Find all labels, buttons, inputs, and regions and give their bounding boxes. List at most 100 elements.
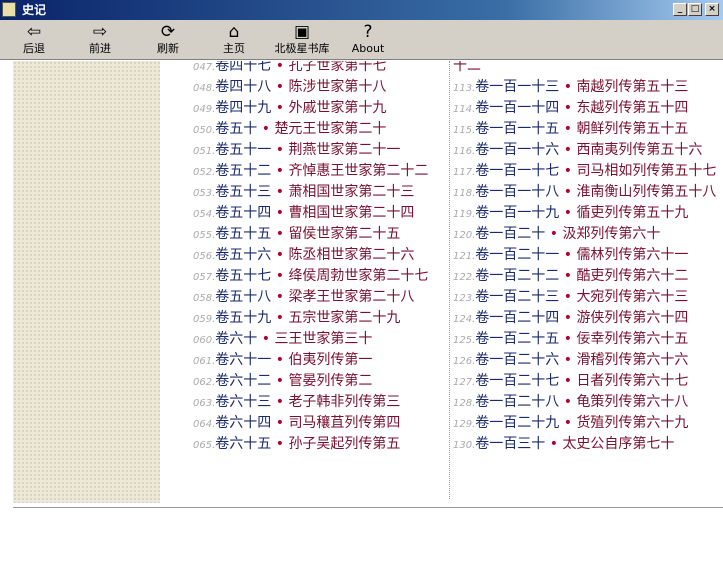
volume-link[interactable]: 卷五十	[215, 121, 257, 137]
chapter-title-link[interactable]: 留侯世家第二十五	[288, 226, 400, 242]
volume-link[interactable]: 卷一百一十九	[475, 205, 559, 221]
toc-entry[interactable]: 055.卷五十五 • 留侯世家第二十五	[193, 224, 446, 245]
volume-link[interactable]: 卷五十五	[215, 226, 271, 242]
chapter-title-link[interactable]: 酷吏列传第六十二	[576, 268, 688, 284]
volume-link[interactable]: 卷六十一	[215, 352, 271, 368]
volume-link[interactable]: 卷一百一十三	[475, 79, 559, 95]
volume-link[interactable]: 卷一百二十三	[475, 289, 559, 305]
chapter-title-link[interactable]: 萧相国世家第二十三	[288, 184, 414, 200]
about-button[interactable]: ? About	[348, 22, 388, 58]
toc-entry[interactable]: 120.卷一百二十 • 汲郑列传第六十	[453, 224, 723, 245]
volume-link[interactable]: 卷一百二十八	[475, 394, 559, 410]
volume-link[interactable]: 卷五十八	[215, 289, 271, 305]
volume-link[interactable]: 卷一百一十五	[475, 121, 559, 137]
maximize-button[interactable]: □	[688, 3, 702, 16]
chapter-title-link[interactable]: 梁孝王世家第二十八	[288, 289, 414, 305]
toc-entry[interactable]: 061.卷六十一 • 伯夷列传第一	[193, 350, 446, 371]
toc-entry[interactable]: 064.卷六十四 • 司马穰苴列传第四	[193, 413, 446, 434]
volume-link[interactable]: 卷五十一	[215, 142, 271, 158]
volume-link[interactable]: 卷四十七	[215, 61, 271, 74]
toc-entry[interactable]: 047.卷四十七 • 孔子世家第十七	[193, 61, 446, 77]
toc-entry[interactable]: 117.卷一百一十七 • 司马相如列传第五十七	[453, 161, 723, 182]
toc-entry[interactable]: 057.卷五十七 • 绛侯周勃世家第二十七	[193, 266, 446, 287]
volume-link[interactable]: 卷六十四	[215, 415, 271, 431]
toc-entry[interactable]: 056.卷五十六 • 陈丞相世家第二十六	[193, 245, 446, 266]
toc-entry[interactable]: 053.卷五十三 • 萧相国世家第二十三	[193, 182, 446, 203]
toc-entry[interactable]: 118.卷一百一十八 • 淮南衡山列传第五十八	[453, 182, 723, 203]
volume-link[interactable]: 卷六十	[215, 331, 257, 347]
toc-entry[interactable]: 123.卷一百二十三 • 大宛列传第六十三	[453, 287, 723, 308]
toc-entry[interactable]: 119.卷一百一十九 • 循吏列传第五十九	[453, 203, 723, 224]
chapter-title-link[interactable]: 齐悼惠王世家第二十二	[288, 163, 428, 179]
chapter-title-link[interactable]: 外戚世家第十九	[288, 100, 386, 116]
toc-entry[interactable]: 121.卷一百二十一 • 儒林列传第六十一	[453, 245, 723, 266]
chapter-title-link[interactable]: 佞幸列传第六十五	[576, 331, 688, 347]
close-button[interactable]: ×	[705, 3, 719, 16]
toc-entry[interactable]: 128.卷一百二十八 • 龟策列传第六十八	[453, 392, 723, 413]
volume-link[interactable]: 卷一百一十四	[475, 100, 559, 116]
refresh-button[interactable]: ⟳ 刷新	[148, 22, 188, 58]
toc-entry[interactable]: 059.卷五十九 • 五宗世家第二十九	[193, 308, 446, 329]
volume-link[interactable]: 卷一百一十八	[475, 184, 559, 200]
toc-entry[interactable]: 065.卷六十五 • 孙子吴起列传第五	[193, 434, 446, 455]
chapter-title-link[interactable]: 游侠列传第六十四	[576, 310, 688, 326]
chapter-title-link[interactable]: 汲郑列传第六十	[562, 226, 660, 242]
chapter-title-link[interactable]: 龟策列传第六十八	[576, 394, 688, 410]
forward-button[interactable]: ⇨ 前进	[80, 22, 120, 58]
toc-entry[interactable]: 113.卷一百一十三 • 南越列传第五十三	[453, 77, 723, 98]
toc-entry[interactable]: 114.卷一百一十四 • 东越列传第五十四	[453, 98, 723, 119]
chapter-title-link[interactable]: 楚元王世家第二十	[274, 121, 386, 137]
chapter-title-link[interactable]: 大宛列传第六十三	[576, 289, 688, 305]
toc-entry[interactable]: 054.卷五十四 • 曹相国世家第二十四	[193, 203, 446, 224]
volume-link[interactable]: 卷五十六	[215, 247, 271, 263]
chapter-title-link[interactable]: 淮南衡山列传第五十八	[576, 184, 716, 200]
chapter-title-link[interactable]: 三王世家第三十	[274, 331, 372, 347]
toc-entry[interactable]: 116.卷一百一十六 • 西南夷列传第五十六	[453, 140, 723, 161]
chapter-title-link[interactable]: 陈涉世家第十八	[288, 79, 386, 95]
toc-entry[interactable]: 050.卷五十 • 楚元王世家第二十	[193, 119, 446, 140]
volume-link[interactable]: 卷一百一十六	[475, 142, 559, 158]
chapter-title-link[interactable]: 孙子吴起列传第五	[288, 436, 400, 452]
volume-link[interactable]: 卷一百二十五	[475, 331, 559, 347]
chapter-title-link[interactable]: 南越列传第五十三	[576, 79, 688, 95]
volume-link[interactable]: 卷一百一十七	[475, 163, 559, 179]
volume-link[interactable]: 卷六十五	[215, 436, 271, 452]
volume-link[interactable]: 卷一百二十一	[475, 247, 559, 263]
toc-entry[interactable]: 129.卷一百二十九 • 货殖列传第六十九	[453, 413, 723, 434]
chapter-title-link[interactable]: 滑稽列传第六十六	[576, 352, 688, 368]
volume-link[interactable]: 卷一百二十二	[475, 268, 559, 284]
chapter-title-link[interactable]: 司马相如列传第五十七	[576, 163, 716, 179]
toc-entry[interactable]: 125.卷一百二十五 • 佞幸列传第六十五	[453, 329, 723, 350]
toc-entry[interactable]: 060.卷六十 • 三王世家第三十	[193, 329, 446, 350]
chapter-title-link[interactable]: 五宗世家第二十九	[288, 310, 400, 326]
chapter-title-link[interactable]: 太史公自序第七十	[562, 436, 674, 452]
chapter-title-link[interactable]: 绛侯周勃世家第二十七	[288, 268, 428, 284]
chapter-title-link[interactable]: 东越列传第五十四	[576, 100, 688, 116]
toc-entry[interactable]: 124.卷一百二十四 • 游侠列传第六十四	[453, 308, 723, 329]
volume-link[interactable]: 卷一百二十七	[475, 373, 559, 389]
volume-link[interactable]: 卷一百三十	[475, 436, 545, 452]
chapter-title-link[interactable]: 西南夷列传第五十六	[576, 142, 702, 158]
volume-link[interactable]: 卷五十四	[215, 205, 271, 221]
chapter-title-link[interactable]: 孔子世家第十七	[288, 61, 386, 74]
chapter-title-link[interactable]: 管晏列传第二	[288, 373, 372, 389]
toc-entry[interactable]: 048.卷四十八 • 陈涉世家第十八	[193, 77, 446, 98]
volume-link[interactable]: 卷四十八	[215, 79, 271, 95]
volume-link[interactable]: 卷五十二	[215, 163, 271, 179]
volume-link[interactable]: 卷五十九	[215, 310, 271, 326]
volume-link[interactable]: 卷一百二十九	[475, 415, 559, 431]
chapter-title-link[interactable]: 曹相国世家第二十四	[288, 205, 414, 221]
toc-entry[interactable]: 062.卷六十二 • 管晏列传第二	[193, 371, 446, 392]
volume-link[interactable]: 卷五十七	[215, 268, 271, 284]
toc-entry[interactable]: 115.卷一百一十五 • 朝鲜列传第五十五	[453, 119, 723, 140]
chapter-title-link[interactable]: 朝鲜列传第五十五	[576, 121, 688, 137]
toc-entry[interactable]: 130.卷一百三十 • 太史公自序第七十	[453, 434, 723, 455]
toc-entry[interactable]: 122.卷一百二十二 • 酷吏列传第六十二	[453, 266, 723, 287]
toc-entry[interactable]: 126.卷一百二十六 • 滑稽列传第六十六	[453, 350, 723, 371]
home-button[interactable]: ⌂ 主页	[214, 22, 254, 58]
chapter-title-link[interactable]: 伯夷列传第一	[288, 352, 372, 368]
toc-entry[interactable]: 058.卷五十八 • 梁孝王世家第二十八	[193, 287, 446, 308]
chapter-title-link[interactable]: 十二	[453, 61, 481, 74]
toc-entry[interactable]: 049.卷四十九 • 外戚世家第十九	[193, 98, 446, 119]
volume-link[interactable]: 卷四十九	[215, 100, 271, 116]
